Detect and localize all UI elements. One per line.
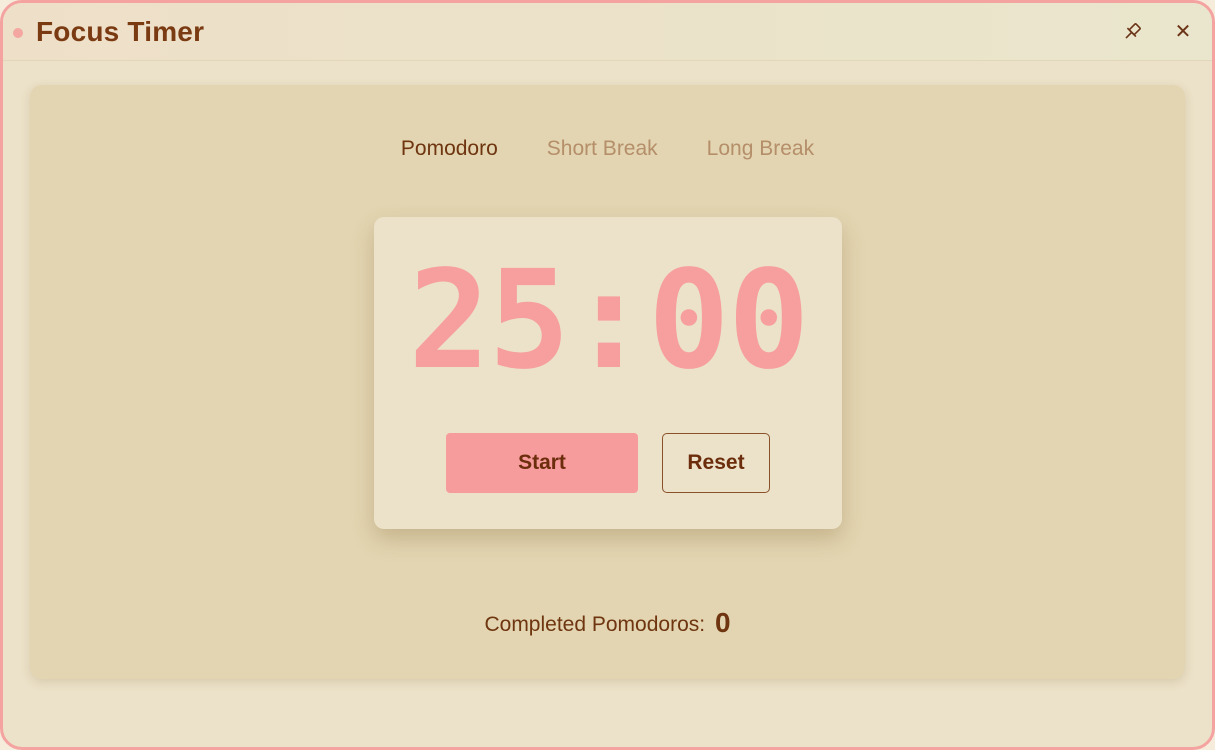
tab-short-break[interactable]: Short Break [547,137,658,161]
window-title: Focus Timer [36,16,205,47]
mode-tabs: Pomodoro Short Break Long Break [30,137,1185,161]
pin-icon [1125,23,1141,39]
reset-button[interactable]: Reset [662,433,770,493]
timer-display: 25:00 [408,242,809,400]
timer-card: 25:00 Start Reset [374,217,842,529]
status-dot [13,28,23,38]
tab-pomodoro[interactable]: Pomodoro [401,137,498,161]
completed-counter: Completed Pomodoros: 0 [30,607,1185,639]
timer-panel: Pomodoro Short Break Long Break 25:00 St… [30,85,1185,679]
close-icon: ✕ [1174,21,1192,43]
pin-button[interactable] [1117,17,1147,47]
tab-long-break[interactable]: Long Break [707,137,814,161]
close-button[interactable]: ✕ [1168,17,1198,47]
completed-label: Completed Pomodoros: [484,613,706,636]
start-button[interactable]: Start [446,433,638,493]
app-window: Focus Timer ✕ Pomodoro Short Break Long … [0,0,1215,750]
title-bar[interactable]: Focus Timer ✕ [3,3,1212,61]
completed-count: 0 [714,607,731,638]
